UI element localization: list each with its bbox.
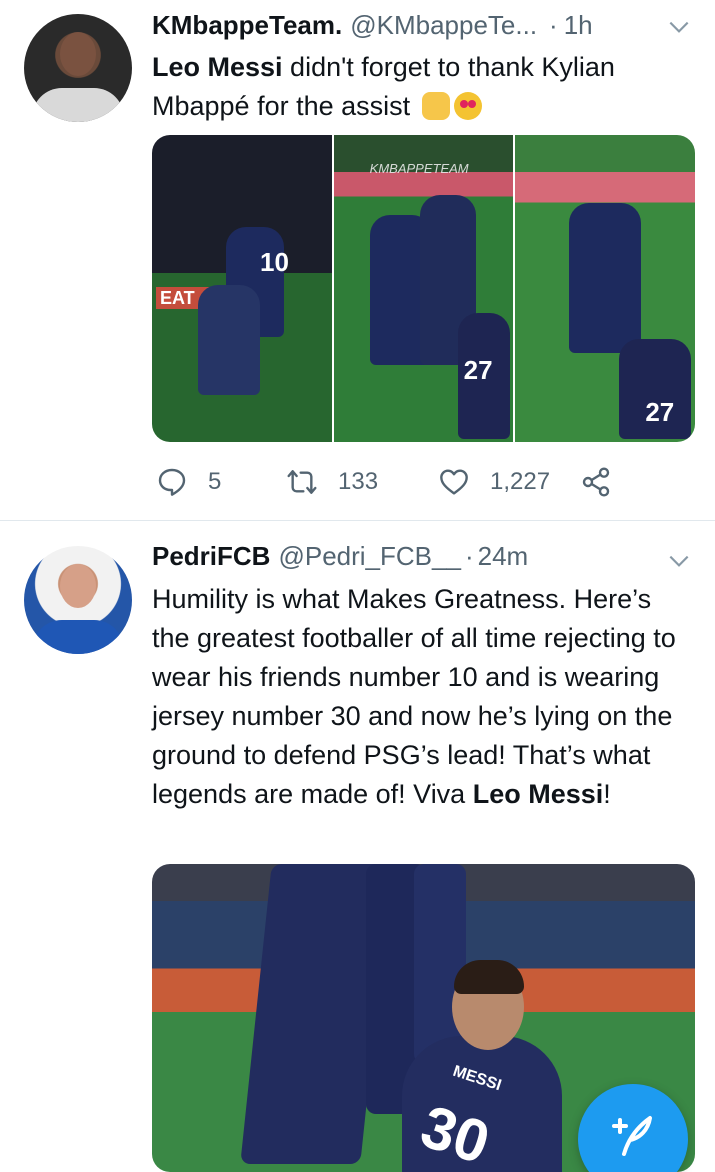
- avatar[interactable]: [24, 546, 132, 654]
- tweet-text: Leo Messi didn't forget to thank Kylian …: [152, 48, 692, 126]
- tweet-header: PedriFCB @Pedri_FCB__ · 24m: [152, 540, 528, 572]
- media-photo-1: EAT 10: [152, 135, 332, 442]
- mention-bold[interactable]: Leo Messi: [152, 52, 283, 82]
- avatar-face: [60, 32, 96, 76]
- avatar-shirt: [32, 88, 124, 122]
- jersey-number: 10: [260, 247, 289, 277]
- player-figure: [198, 285, 260, 395]
- avatar-face: [60, 564, 96, 608]
- author-name[interactable]: KMbappeTeam.: [152, 10, 342, 41]
- retweet-button[interactable]: 133: [286, 462, 378, 502]
- retweet-count: 133: [338, 468, 379, 495]
- tweet-body: Humility is what Makes Greatness. Here’s…: [152, 584, 676, 809]
- tweet-actions: 5 133 1,227: [152, 462, 622, 502]
- media-watermark: KMBAPPETEAM: [369, 161, 469, 176]
- handshake-emoji: [421, 92, 450, 120]
- reply-icon: [158, 468, 186, 496]
- chevron-down-icon[interactable]: [666, 548, 692, 574]
- like-count: 1,227: [490, 468, 551, 495]
- share-button[interactable]: [580, 462, 612, 502]
- player-figure: [414, 864, 466, 1064]
- heart-eyes-emoji: [453, 92, 482, 120]
- separator-dot: ·: [464, 540, 474, 571]
- separator-dot: ·: [549, 9, 558, 40]
- like-button[interactable]: 1,227: [438, 462, 550, 502]
- compose-tweet-icon: [612, 1116, 652, 1156]
- tweet-text: Humility is what Makes Greatness. Here’s…: [152, 580, 692, 814]
- author-name[interactable]: PedriFCB: [152, 541, 270, 572]
- avatar-shirt: [32, 620, 124, 654]
- player-hair: [454, 960, 524, 994]
- retweet-icon: [287, 470, 317, 494]
- jersey-number: 27: [463, 355, 493, 385]
- tweet-header: KMbappeTeam. @KMbappeTe... · 1h: [152, 9, 593, 41]
- heart-icon: [440, 469, 468, 495]
- media-photo-2: KMBAPPETEAM 27: [333, 135, 514, 442]
- tweet-media[interactable]: EAT 10 KMBAPPETEAM 27 27: [152, 135, 695, 442]
- player-figure: [569, 203, 642, 353]
- author-handle[interactable]: @KMbappeTe...: [350, 10, 537, 41]
- mention-bold[interactable]: Leo Messi: [473, 779, 604, 809]
- reply-count: 5: [208, 468, 222, 495]
- tweet-body-end: !: [603, 779, 611, 809]
- author-handle[interactable]: @Pedri_FCB__: [278, 541, 460, 572]
- reply-button[interactable]: 5: [156, 462, 221, 502]
- tweet-time[interactable]: 1h: [564, 10, 593, 41]
- chevron-down-icon[interactable]: [666, 14, 692, 40]
- avatar[interactable]: [24, 14, 132, 122]
- jersey-number: 27: [645, 397, 675, 427]
- share-icon: [582, 467, 610, 497]
- media-photo-3: 27: [515, 135, 695, 442]
- tweet-time[interactable]: 24m: [478, 541, 529, 572]
